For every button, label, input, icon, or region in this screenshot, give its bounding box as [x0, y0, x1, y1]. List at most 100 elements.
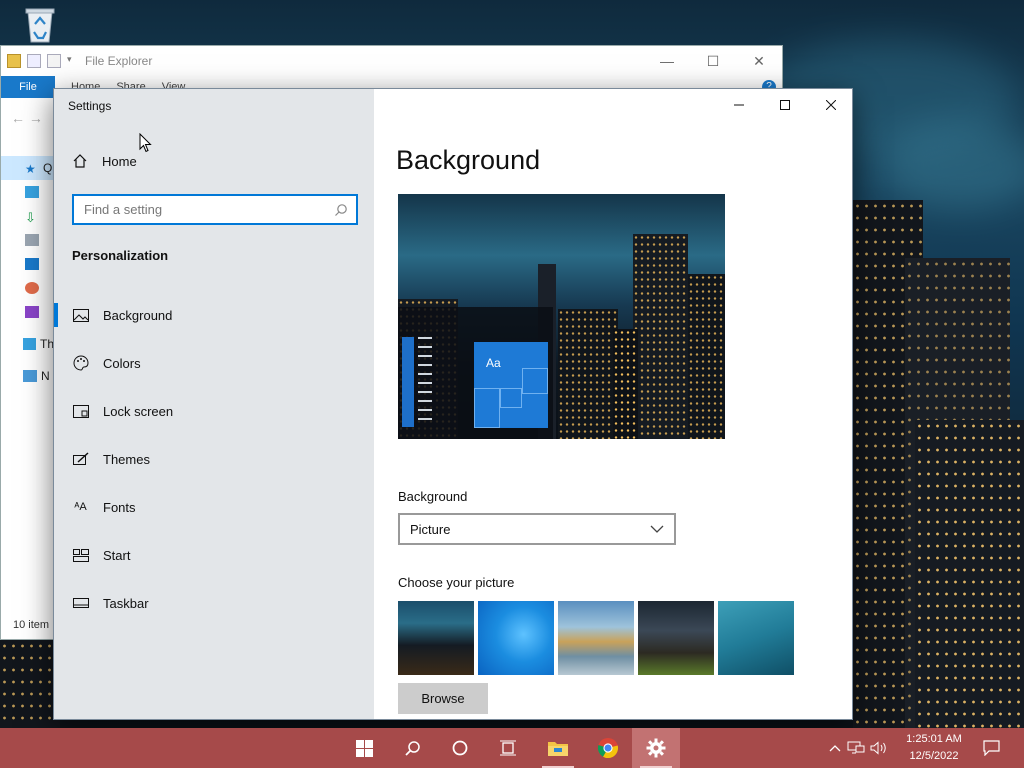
explorer-title: File Explorer: [85, 54, 153, 68]
start-button[interactable]: [340, 728, 388, 768]
chevron-down-icon: [650, 525, 664, 533]
file-explorer-icon: [548, 742, 568, 756]
maximize-icon[interactable]: [762, 89, 808, 121]
clock[interactable]: 1:25:01 AM 12/5/2022: [898, 731, 970, 765]
computer-icon: [23, 338, 36, 350]
windows-logo-icon: [355, 739, 373, 757]
background-preview: Aa: [398, 194, 725, 439]
minimize-icon[interactable]: —: [644, 53, 690, 70]
settings-title: Settings: [68, 99, 112, 113]
start-icon: [72, 547, 89, 563]
picture-thumbnail-5[interactable]: [718, 601, 794, 675]
close-icon[interactable]: ✕: [736, 53, 782, 70]
nav-item-themes[interactable]: Themes: [54, 435, 374, 483]
folder-icon: [7, 54, 21, 68]
search-icon: [404, 740, 420, 756]
pictures-icon: [25, 258, 39, 270]
show-hidden-icons-chevron-icon[interactable]: [826, 744, 844, 752]
chrome-icon: [597, 738, 619, 759]
browse-button[interactable]: Browse: [398, 683, 488, 714]
picture-thumbnail-1[interactable]: [398, 601, 474, 675]
taskbar-file-explorer[interactable]: [534, 728, 582, 768]
picture-icon: [72, 307, 89, 323]
window-controls: [716, 89, 852, 121]
properties-icon[interactable]: [27, 54, 41, 68]
explorer-nav-pane: ★ Q ⇩ Th N: [1, 156, 54, 388]
settings-icon: [646, 738, 666, 758]
nav-item-downloads[interactable]: ⇩: [1, 204, 54, 228]
settings-content-pane: Background Aa Background Picture Choose …: [374, 89, 852, 719]
nav-item-taskbar[interactable]: Taskbar: [54, 579, 374, 627]
desktop-icon: [25, 186, 39, 198]
section-heading: Personalization: [72, 248, 169, 263]
preview-tile-text: Aa: [486, 356, 501, 370]
picture-thumbnail-3[interactable]: [558, 601, 634, 675]
find-setting-box[interactable]: [72, 194, 358, 225]
star-icon: ★: [25, 162, 36, 176]
nav-item-videos[interactable]: [1, 300, 54, 324]
taskbar-icon: [72, 595, 89, 611]
themes-icon: [72, 451, 89, 467]
videos-icon: [25, 306, 39, 318]
action-center-button[interactable]: [968, 728, 1014, 768]
ribbon-tab-file[interactable]: File: [1, 76, 55, 98]
picture-thumbnail-2[interactable]: [478, 601, 554, 675]
nav-item-desktop[interactable]: [1, 180, 54, 204]
system-tray: [826, 728, 890, 768]
new-folder-icon[interactable]: [47, 54, 61, 68]
network-icon: [23, 370, 37, 382]
nav-item-start[interactable]: Start: [54, 531, 374, 579]
home-link[interactable]: Home: [72, 153, 137, 169]
clock-date: 12/5/2022: [909, 750, 959, 762]
minimize-icon[interactable]: [716, 89, 762, 121]
picture-thumbnail-4[interactable]: [638, 601, 714, 675]
nav-item-lock-screen[interactable]: Lock screen: [54, 387, 374, 435]
cortana-button[interactable]: [436, 728, 484, 768]
background-type-dropdown[interactable]: Picture: [398, 513, 676, 545]
fonts-icon: ᴬA: [74, 501, 87, 513]
nav-item-background[interactable]: Background: [54, 291, 374, 339]
preview-tile: Aa: [474, 342, 548, 428]
background-type-label: Background: [398, 489, 468, 504]
documents-icon: [25, 234, 39, 246]
taskbar: 1:25:01 AM 12/5/2022: [0, 728, 1024, 768]
task-view-icon: [500, 740, 516, 756]
search-input[interactable]: [74, 196, 314, 223]
nav-item-colors[interactable]: Colors: [54, 339, 374, 387]
settings-nav-pane: Settings Home Personalization Background…: [54, 89, 374, 719]
recycle-bin-icon[interactable]: [22, 6, 58, 44]
nav-item-music[interactable]: [1, 276, 54, 300]
volume-icon[interactable]: [868, 741, 890, 755]
page-title: Background: [396, 145, 541, 175]
nav-item-quick-access[interactable]: ★ Q: [1, 156, 54, 180]
music-icon: [25, 282, 39, 294]
picture-thumbnails: [398, 601, 794, 675]
cortana-icon: [452, 740, 468, 756]
customize-quick-access-icon[interactable]: ▾: [67, 54, 75, 68]
explorer-status-text: 10 item: [13, 619, 50, 631]
notification-icon: [982, 740, 1000, 756]
home-label: Home: [102, 153, 137, 169]
home-icon: [73, 154, 87, 168]
network-icon[interactable]: [844, 741, 868, 755]
taskbar-settings[interactable]: [632, 728, 680, 768]
nav-item-this-pc[interactable]: Th: [1, 332, 54, 356]
palette-icon: [72, 355, 89, 371]
close-icon[interactable]: [808, 89, 852, 121]
nav-item-network[interactable]: N: [1, 364, 54, 388]
back-forward-arrows[interactable]: ← →: [11, 110, 43, 126]
nav-item-fonts[interactable]: ᴬA Fonts: [54, 483, 374, 531]
download-icon: ⇩: [25, 210, 36, 225]
clock-time: 1:25:01 AM: [906, 733, 962, 745]
maximize-icon[interactable]: ☐: [690, 53, 736, 70]
personalization-menu: Background Colors Lock screen Themes ᴬA …: [54, 291, 374, 627]
dropdown-value: Picture: [410, 521, 451, 537]
task-view-button[interactable]: [484, 728, 532, 768]
mouse-cursor-icon: [139, 133, 152, 153]
taskbar-search-button[interactable]: [388, 728, 436, 768]
taskbar-chrome[interactable]: [584, 728, 632, 768]
nav-item-pictures[interactable]: [1, 252, 54, 276]
search-icon[interactable]: [334, 203, 348, 217]
nav-item-documents[interactable]: [1, 228, 54, 252]
choose-picture-label: Choose your picture: [398, 575, 515, 590]
